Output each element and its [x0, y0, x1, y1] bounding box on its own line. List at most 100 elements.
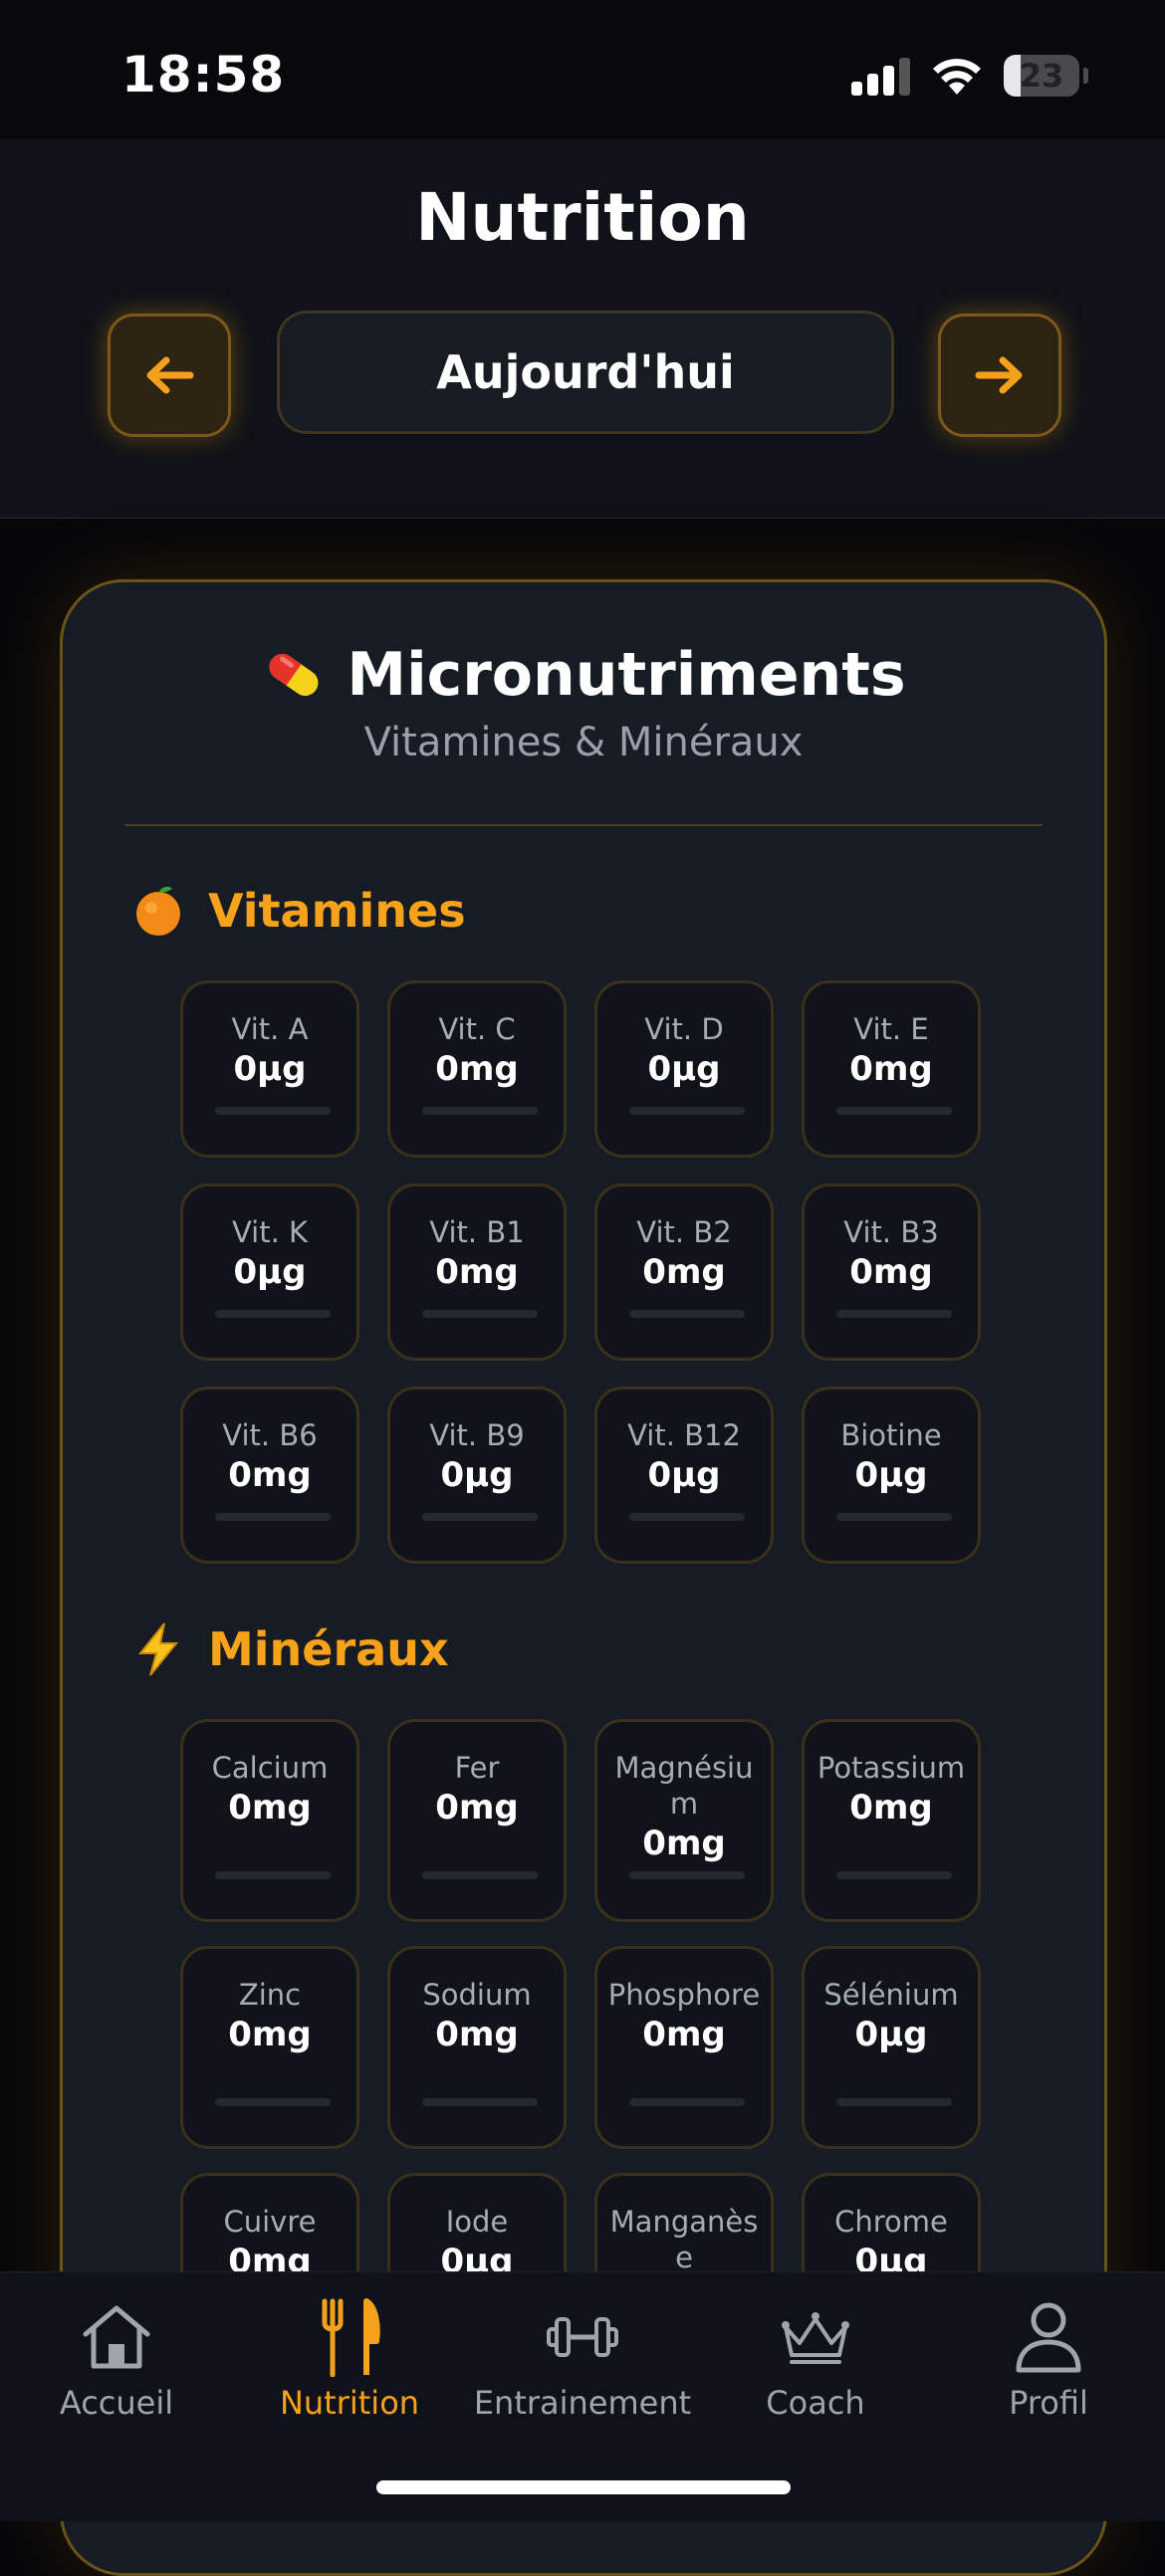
arrow-left-icon	[146, 356, 194, 394]
nutrient-value: 0mg	[849, 1788, 933, 1827]
cellular-signal-icon	[851, 58, 911, 96]
minerals-section-title: Minéraux	[208, 1622, 449, 1676]
battery-tip	[1083, 68, 1088, 84]
nutrient-value: 0µg	[647, 1455, 721, 1495]
nutrient-tile[interactable]: Vit. K 0µg	[180, 1183, 359, 1361]
tab-entrainement[interactable]: Entrainement	[466, 2292, 699, 2422]
lightning-icon	[137, 1622, 179, 1676]
arrow-right-icon	[975, 356, 1023, 394]
nutrient-label: Vit. E	[853, 1012, 929, 1046]
person-icon	[1016, 2302, 1081, 2373]
nutrient-label: Vit. A	[231, 1012, 309, 1046]
nutrient-tile[interactable]: Sélénium 0µg	[802, 1946, 981, 2149]
nutrient-label: Phosphore	[607, 1978, 761, 2012]
nutrient-progress-bar	[629, 1310, 745, 1318]
nutrient-label: Vit. B3	[843, 1215, 939, 1249]
nutrient-value: 0µg	[233, 1049, 307, 1089]
nutrient-tile[interactable]: Biotine 0µg	[802, 1387, 981, 1564]
nutrient-tile[interactable]: Zinc 0mg	[180, 1946, 359, 2149]
tab-accueil[interactable]: Accueil	[0, 2292, 233, 2422]
nutrient-progress-bar	[836, 2098, 952, 2106]
nutrient-value: 0mg	[849, 1049, 933, 1089]
nutrient-tile[interactable]: Vit. A 0µg	[180, 980, 359, 1158]
home-icon	[83, 2305, 150, 2369]
nutrition-header: Nutrition Aujourd'hui	[0, 139, 1165, 519]
tab-label: Accueil	[59, 2384, 174, 2422]
vitamins-section-title: Vitamines	[208, 884, 466, 938]
nutrient-value: 0mg	[642, 2015, 726, 2054]
nutrient-progress-bar	[215, 1310, 331, 1318]
nutrient-value: 0mg	[435, 1049, 519, 1089]
nutrient-label: Manganèse	[609, 2205, 759, 2274]
nutrient-value: 0µg	[854, 1455, 928, 1495]
nutrient-label: Vit. K	[231, 1215, 309, 1249]
nutrient-label: Vit. C	[438, 1012, 516, 1046]
tab-nutrition[interactable]: Nutrition	[233, 2292, 466, 2422]
previous-day-button[interactable]	[108, 314, 231, 437]
card-title: Micronutriments	[347, 640, 906, 710]
nutrient-progress-bar	[629, 1871, 745, 1879]
tab-coach[interactable]: Coach	[699, 2292, 932, 2422]
nutrient-progress-bar	[422, 1871, 538, 1879]
nutrient-progress-bar	[422, 1513, 538, 1521]
orange-icon	[136, 886, 180, 936]
nutrient-tile[interactable]: Phosphore 0mg	[594, 1946, 774, 2149]
nutrient-tile[interactable]: Vit. D 0µg	[594, 980, 774, 1158]
nutrient-tile[interactable]: Sodium 0mg	[387, 1946, 567, 2149]
nutrient-tile[interactable]: Vit. B2 0mg	[594, 1183, 774, 1361]
nutrient-tile[interactable]: Fer 0mg	[387, 1719, 567, 1922]
nutrient-label: Fer	[454, 1751, 500, 1785]
tab-label: Profil	[1009, 2384, 1088, 2422]
nutrient-value: 0mg	[435, 1252, 519, 1292]
nutrient-label: Zinc	[238, 1978, 302, 2012]
nutrient-label: Magnésium	[614, 1751, 754, 1821]
tab-profil[interactable]: Profil	[932, 2292, 1165, 2422]
nutrient-tile[interactable]: Vit. B6 0mg	[180, 1387, 359, 1564]
nutrient-value: 0mg	[642, 1252, 726, 1292]
nutrient-progress-bar	[629, 1513, 745, 1521]
battery-level: 23	[1019, 57, 1064, 95]
nutrient-value: 0mg	[435, 1788, 519, 1827]
nutrient-value: 0mg	[642, 1824, 726, 1863]
nutrient-tile[interactable]: Vit. B3 0mg	[802, 1183, 981, 1361]
next-day-button[interactable]	[938, 314, 1061, 437]
nutrient-value: 0µg	[440, 1455, 514, 1495]
nutrient-label: Sélénium	[823, 1978, 959, 2012]
nutrient-label: Vit. B6	[222, 1418, 318, 1452]
nutrient-label: Sodium	[422, 1978, 532, 2012]
nutrient-tile[interactable]: Magnésium 0mg	[594, 1719, 774, 1922]
nutrient-tile[interactable]: Vit. C 0mg	[387, 980, 567, 1158]
nutrient-value: 0µg	[233, 1252, 307, 1292]
tab-label: Entrainement	[473, 2384, 692, 2422]
nutrient-label: Iode	[445, 2205, 509, 2239]
nutrient-label: Chrome	[834, 2205, 948, 2239]
nutrient-progress-bar	[422, 1310, 538, 1318]
nutrient-tile[interactable]: Vit. B12 0µg	[594, 1387, 774, 1564]
nutrient-tile[interactable]: Potassium 0mg	[802, 1719, 981, 1922]
nutrient-value: 0µg	[647, 1049, 721, 1089]
wifi-icon	[933, 59, 981, 95]
nutrient-progress-bar	[215, 1107, 331, 1115]
nutrient-label: Vit. D	[644, 1012, 724, 1046]
nutrient-label: Vit. B9	[429, 1418, 525, 1452]
nutrient-label: Potassium	[816, 1751, 966, 1785]
nutrient-tile[interactable]: Calcium 0mg	[180, 1719, 359, 1922]
tab-label: Coach	[766, 2384, 865, 2422]
nutrient-progress-bar	[836, 1107, 952, 1115]
nutrient-label: Vit. B12	[627, 1418, 741, 1452]
dumbbell-icon	[547, 2317, 618, 2357]
home-indicator[interactable]	[376, 2480, 791, 2494]
nutrient-tile[interactable]: Vit. B9 0µg	[387, 1387, 567, 1564]
nutrient-progress-bar	[629, 2098, 745, 2106]
nutrient-value: 0mg	[849, 1252, 933, 1292]
nutrient-tile[interactable]: Vit. B1 0mg	[387, 1183, 567, 1361]
nutrient-label: Cuivre	[223, 2205, 317, 2239]
card-subtitle: Vitamines & Minéraux	[363, 720, 804, 765]
card-divider	[124, 824, 1043, 826]
nutrient-progress-bar	[215, 1513, 331, 1521]
nutrient-value: 0mg	[228, 1788, 312, 1827]
nutrient-progress-bar	[836, 1310, 952, 1318]
date-selector[interactable]: Aujourd'hui	[277, 311, 894, 434]
nutrient-tile[interactable]: Vit. E 0mg	[802, 980, 981, 1158]
minerals-section-header: Minéraux	[130, 1621, 449, 1677]
